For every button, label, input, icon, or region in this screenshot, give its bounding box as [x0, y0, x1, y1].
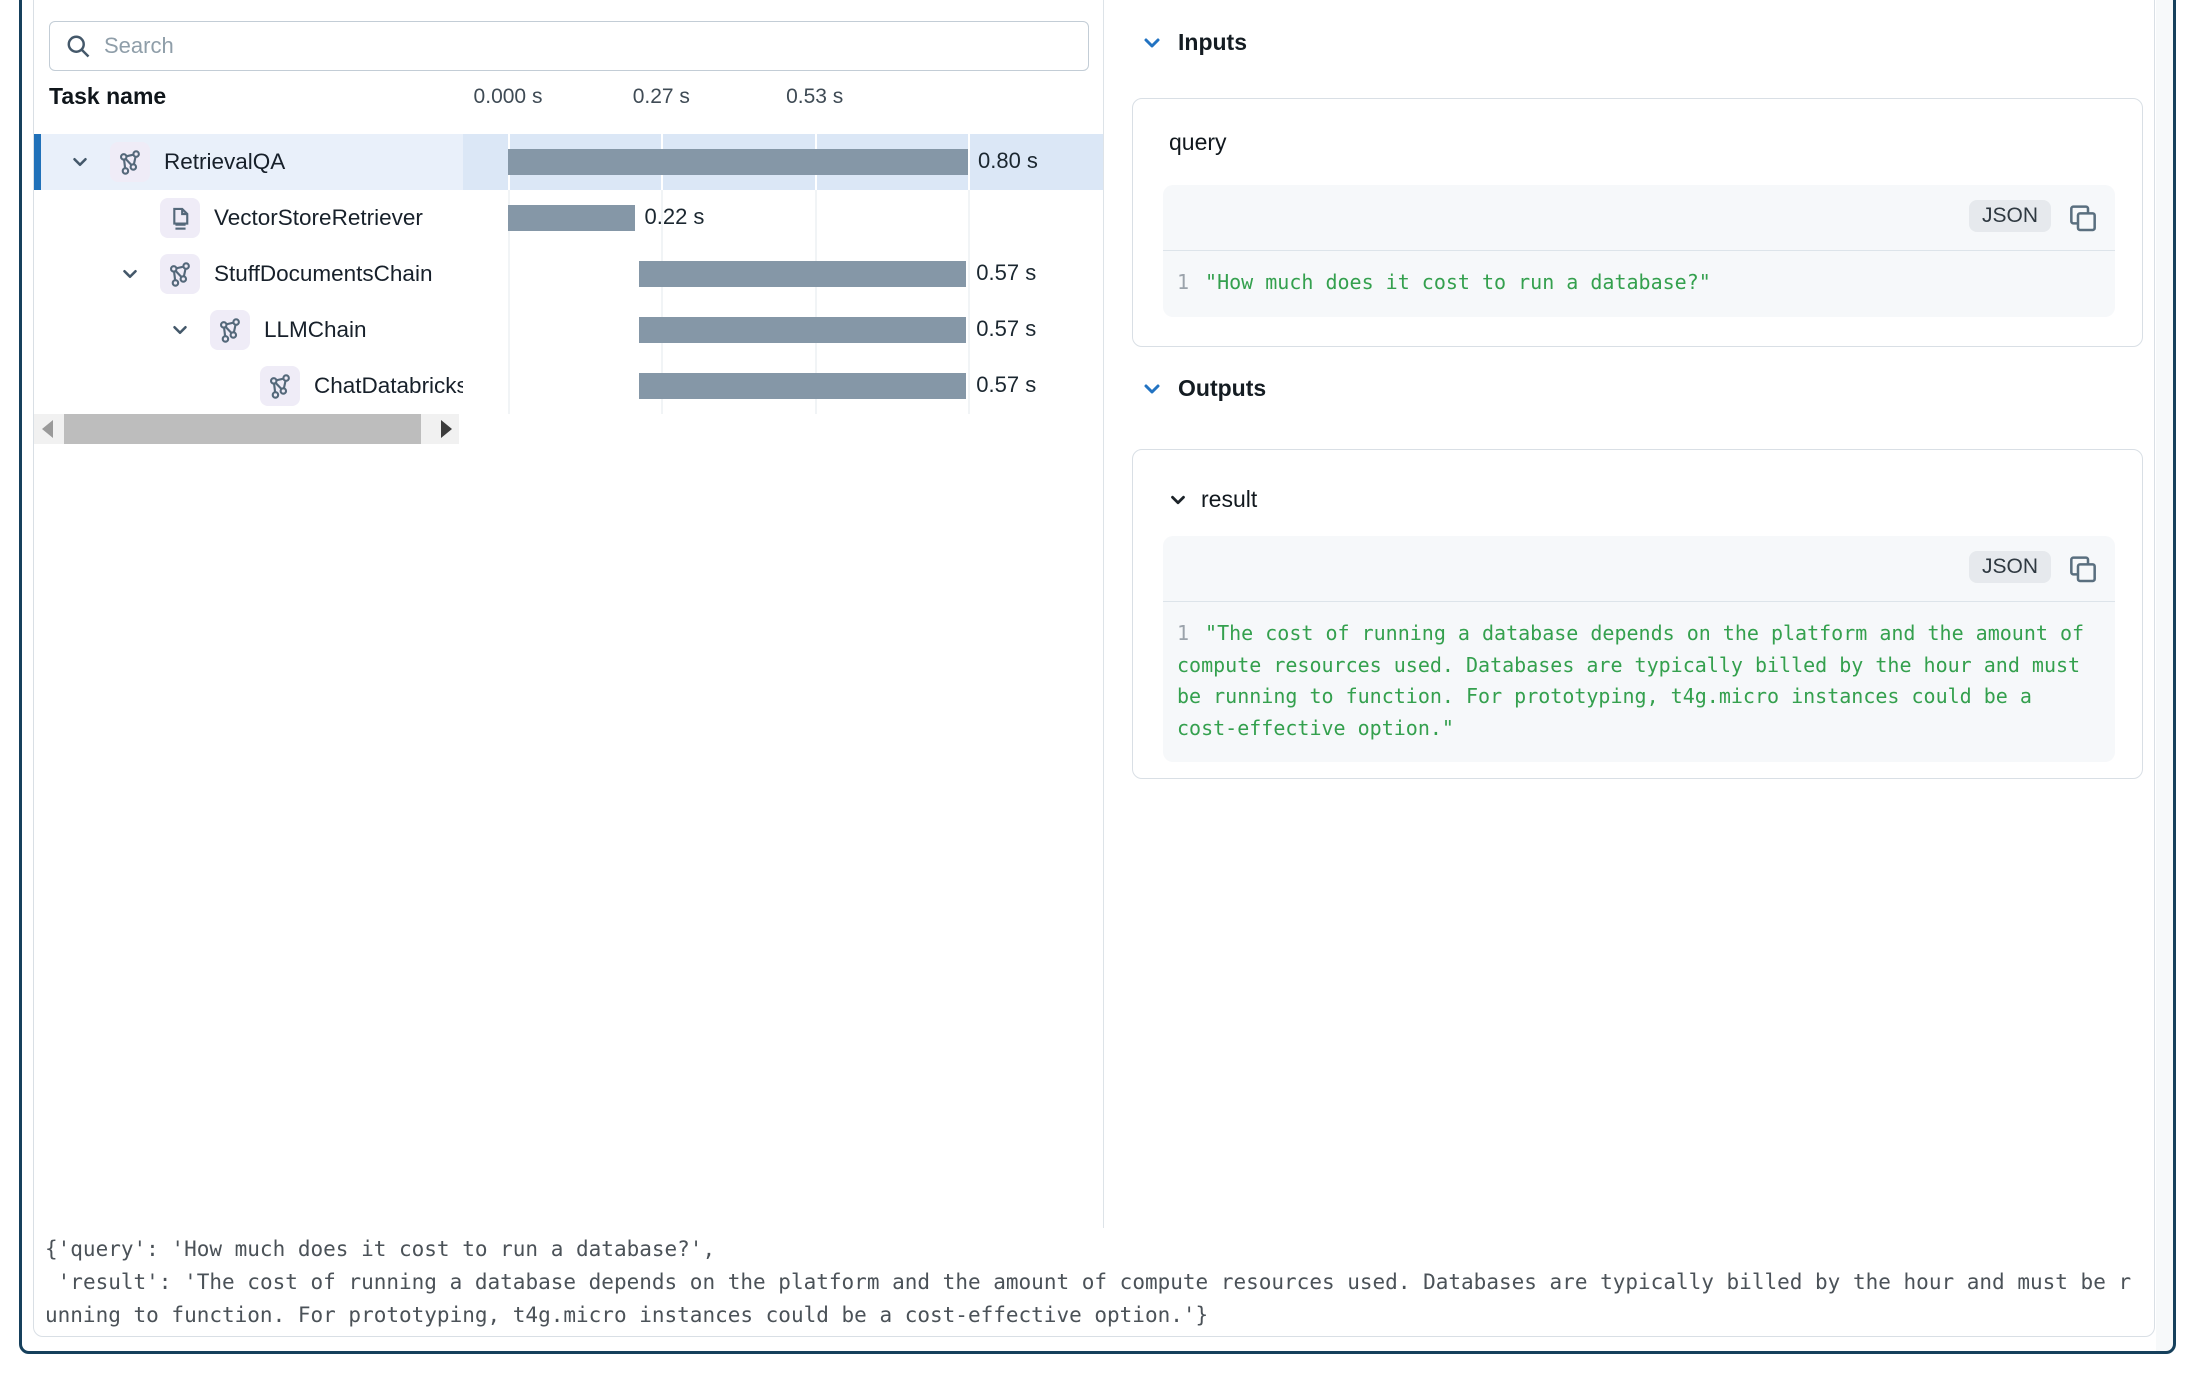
- span-tree: RetrievalQA 0.80 s VectorStoreRetriever 0.2…: [34, 134, 1103, 414]
- span-name-label: LLMChain: [264, 317, 367, 343]
- timeline-tick-label: 0.53 s: [786, 85, 843, 109]
- inputs-query-card: query JSON 1 "How much does it cost to ru…: [1132, 98, 2143, 347]
- inputs-section-header[interactable]: Inputs: [1140, 29, 1247, 56]
- duration-label: 0.80 s: [978, 148, 1038, 174]
- outputs-result-card: result JSON 1"The cost of running a data…: [1132, 449, 2143, 779]
- line-number: 1: [1177, 270, 1189, 294]
- gantt-timeline-cell: 0.57 s: [463, 358, 1103, 414]
- cell-output-container: Search Task name 0.000 s 0.27 s 0.53 s Ret…: [33, 0, 2155, 1337]
- scroll-left-arrow-icon: [42, 420, 53, 438]
- copy-icon: [2066, 202, 2098, 234]
- query-field-label: query: [1169, 129, 1227, 156]
- result-field-label: result: [1201, 486, 1257, 513]
- gridline: [508, 358, 510, 414]
- span-row-stuffdocumentschain[interactable]: StuffDocumentsChain 0.57 s: [34, 246, 1103, 302]
- vertical-scrollbar-gutter[interactable]: [2156, 0, 2173, 1351]
- chevron-placeholder: [212, 368, 248, 404]
- duration-bar[interactable]: [639, 261, 967, 287]
- query-code-content: 1 "How much does it cost to run a databas…: [1163, 251, 2115, 317]
- result-code-block: JSON 1"The cost of running a database de…: [1163, 536, 2115, 762]
- span-name-label: StuffDocumentsChain: [214, 261, 432, 287]
- code-toolbar: JSON: [1163, 185, 2115, 251]
- search-placeholder: Search: [104, 33, 174, 59]
- scrollbar-thumb[interactable]: [64, 414, 421, 444]
- span-row-chatdatabricks[interactable]: ChatDatabricks 0.57 s: [34, 358, 1103, 414]
- timeline-tick-label: 0.27 s: [633, 85, 690, 109]
- chevron-placeholder: [112, 200, 148, 236]
- search-input[interactable]: Search: [49, 21, 1089, 71]
- scroll-left-button[interactable]: [34, 414, 60, 444]
- result-code-content: 1"The cost of running a database depends…: [1163, 602, 2115, 762]
- copy-button[interactable]: [2065, 201, 2099, 235]
- gridline: [508, 302, 510, 358]
- gridline: [968, 190, 970, 246]
- duration-label: 0.57 s: [976, 372, 1036, 398]
- span-row-retrievalqa[interactable]: RetrievalQA 0.80 s: [34, 134, 1103, 190]
- gridline: [968, 302, 970, 358]
- query-code-block: JSON 1 "How much does it cost to run a da…: [1163, 185, 2115, 317]
- gantt-timeline-cell: 0.80 s: [463, 134, 1103, 190]
- copy-button[interactable]: [2065, 552, 2099, 586]
- chevron-down-icon: [1167, 489, 1189, 511]
- copy-icon: [2066, 553, 2098, 585]
- duration-label: 0.22 s: [645, 204, 705, 230]
- gantt-header: Task name 0.000 s 0.27 s 0.53 s: [34, 81, 1103, 123]
- scroll-right-arrow-icon: [441, 420, 452, 438]
- trace-tree-panel: Search Task name 0.000 s 0.27 s 0.53 s Ret…: [34, 0, 1103, 1228]
- inputs-title: Inputs: [1178, 29, 1247, 56]
- result-field-header[interactable]: result: [1167, 486, 1257, 513]
- expand-chevron-icon[interactable]: [112, 256, 148, 292]
- scroll-right-button[interactable]: [433, 414, 459, 444]
- trace-viewer: Search Task name 0.000 s 0.27 s 0.53 s Ret…: [0, 0, 2189, 1377]
- duration-bar[interactable]: [508, 149, 968, 175]
- code-toolbar: JSON: [1163, 536, 2115, 602]
- duration-bar[interactable]: [508, 205, 635, 231]
- chevron-down-icon: [1140, 31, 1164, 55]
- gridline: [508, 246, 510, 302]
- span-row-vectorstoreretriever[interactable]: VectorStoreRetriever 0.22 s: [34, 190, 1103, 246]
- chain-span-type-icon: [110, 142, 150, 182]
- chevron-down-icon: [1140, 377, 1164, 401]
- duration-label: 0.57 s: [976, 260, 1036, 286]
- task-name-column-header: Task name: [49, 83, 166, 110]
- outputs-title: Outputs: [1178, 375, 1266, 402]
- expand-chevron-icon[interactable]: [62, 144, 98, 180]
- search-icon: [64, 32, 92, 60]
- span-name-label: RetrievalQA: [164, 149, 285, 175]
- chain-span-type-icon: [210, 310, 250, 350]
- horizontal-scrollbar[interactable]: [34, 414, 459, 444]
- json-format-button[interactable]: JSON: [1969, 200, 2051, 232]
- span-name-cell[interactable]: LLMChain: [34, 302, 463, 358]
- expand-chevron-icon[interactable]: [162, 312, 198, 348]
- raw-output-text: {'query': 'How much does it cost to run …: [45, 1233, 2143, 1332]
- gridline: [968, 358, 970, 414]
- span-detail-panel: Inputs query JSON 1"How much does: [1103, 0, 2155, 1228]
- gridline: [968, 246, 970, 302]
- span-name-cell[interactable]: RetrievalQA: [34, 134, 463, 190]
- json-format-button[interactable]: JSON: [1969, 551, 2051, 583]
- timeline-tick-label: 0.000 s: [474, 85, 543, 109]
- retriever-span-type-icon: [160, 198, 200, 238]
- result-value: "The cost of running a database depends …: [1177, 621, 2084, 740]
- gridline: [815, 190, 817, 246]
- span-name-cell[interactable]: StuffDocumentsChain: [34, 246, 463, 302]
- duration-bar[interactable]: [639, 373, 967, 399]
- span-name-label: VectorStoreRetriever: [214, 205, 423, 231]
- span-name-cell[interactable]: ChatDatabricks: [34, 358, 463, 414]
- gridline: [968, 134, 970, 190]
- gantt-timeline-cell: 0.57 s: [463, 246, 1103, 302]
- line-number: 1: [1177, 621, 1189, 645]
- duration-bar[interactable]: [639, 317, 967, 343]
- span-name-label: ChatDatabricks: [314, 373, 463, 399]
- gantt-timeline-cell: 0.57 s: [463, 302, 1103, 358]
- outputs-section-header[interactable]: Outputs: [1140, 375, 1266, 402]
- chain-span-type-icon: [160, 254, 200, 294]
- duration-label: 0.57 s: [976, 316, 1036, 342]
- span-row-llmchain[interactable]: LLMChain 0.57 s: [34, 302, 1103, 358]
- query-value: "How much does it cost to run a database…: [1205, 270, 1711, 294]
- gantt-timeline-cell: 0.22 s: [463, 190, 1103, 246]
- chain-span-type-icon: [260, 366, 300, 406]
- span-name-cell[interactable]: VectorStoreRetriever: [34, 190, 463, 246]
